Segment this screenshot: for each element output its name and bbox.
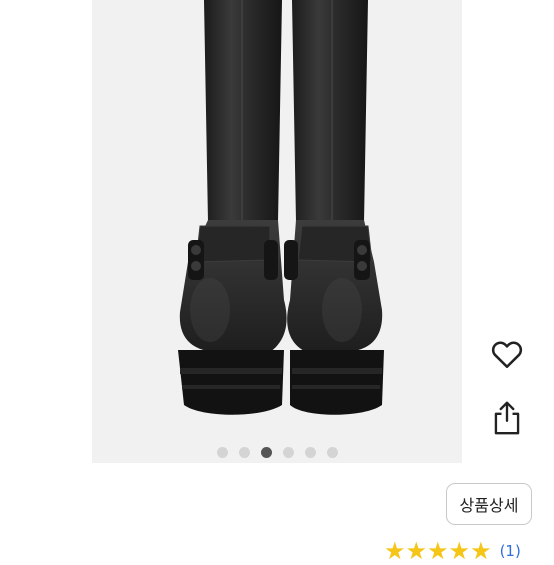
- star-icon: ★: [427, 537, 449, 565]
- carousel-dot[interactable]: [326, 447, 338, 458]
- share-button[interactable]: [487, 398, 527, 438]
- carousel-indicators: [0, 447, 554, 459]
- carousel-dot[interactable]: [282, 447, 294, 458]
- star-icon: ★: [448, 537, 471, 565]
- carousel-dot[interactable]: [238, 447, 250, 458]
- star-icon: ★: [470, 537, 492, 565]
- heart-outline-icon: [491, 341, 523, 369]
- wishlist-button[interactable]: [487, 334, 527, 374]
- rating: ★★★★★ (1): [384, 539, 521, 563]
- carousel-dot[interactable]: [304, 447, 316, 458]
- right-boot: [284, 0, 384, 415]
- star-icon: ★: [384, 537, 406, 565]
- left-boot: [178, 0, 287, 415]
- review-count-link[interactable]: (1): [500, 541, 521, 561]
- rating-stars: ★★★★★: [384, 539, 492, 563]
- boots-illustration: [178, 0, 384, 415]
- product-image[interactable]: [92, 0, 462, 463]
- carousel-dot[interactable]: [260, 447, 272, 458]
- product-detail-button[interactable]: 상품상세: [446, 483, 532, 525]
- carousel-dot[interactable]: [216, 447, 228, 458]
- share-icon: [494, 401, 520, 435]
- star-icon: ★: [405, 537, 428, 565]
